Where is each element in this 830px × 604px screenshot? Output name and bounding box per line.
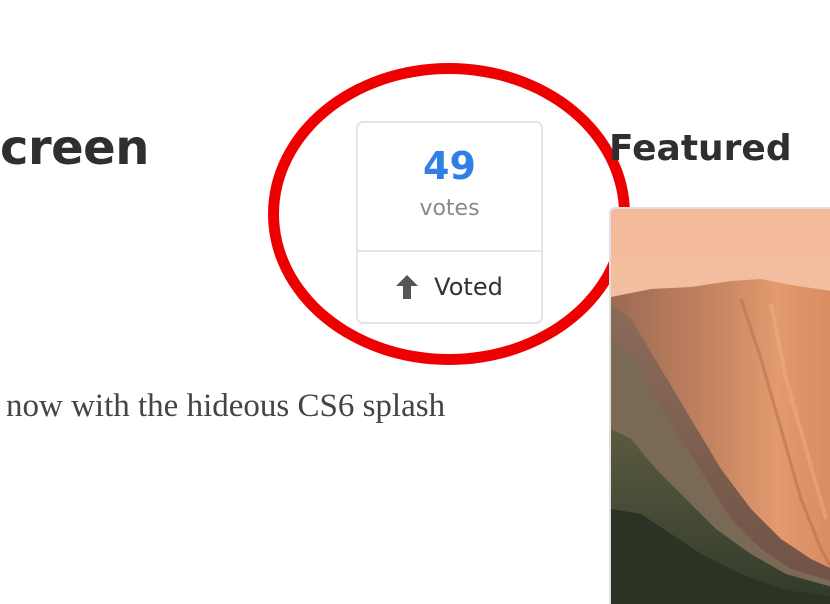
vote-widget: 49 votes Voted [356, 121, 543, 324]
vote-count: 49 [423, 144, 476, 188]
voted-button[interactable]: Voted [358, 252, 541, 322]
post-body-text: now with the hideous CS6 splash [6, 388, 446, 424]
voted-button-label: Voted [434, 273, 503, 301]
post-title: creen [0, 120, 149, 176]
vote-count-label: votes [419, 196, 480, 221]
featured-image[interactable] [609, 207, 830, 604]
featured-heading: Featured [609, 128, 792, 169]
mountain-cliff-image [611, 209, 830, 604]
arrow-up-icon [396, 275, 419, 299]
